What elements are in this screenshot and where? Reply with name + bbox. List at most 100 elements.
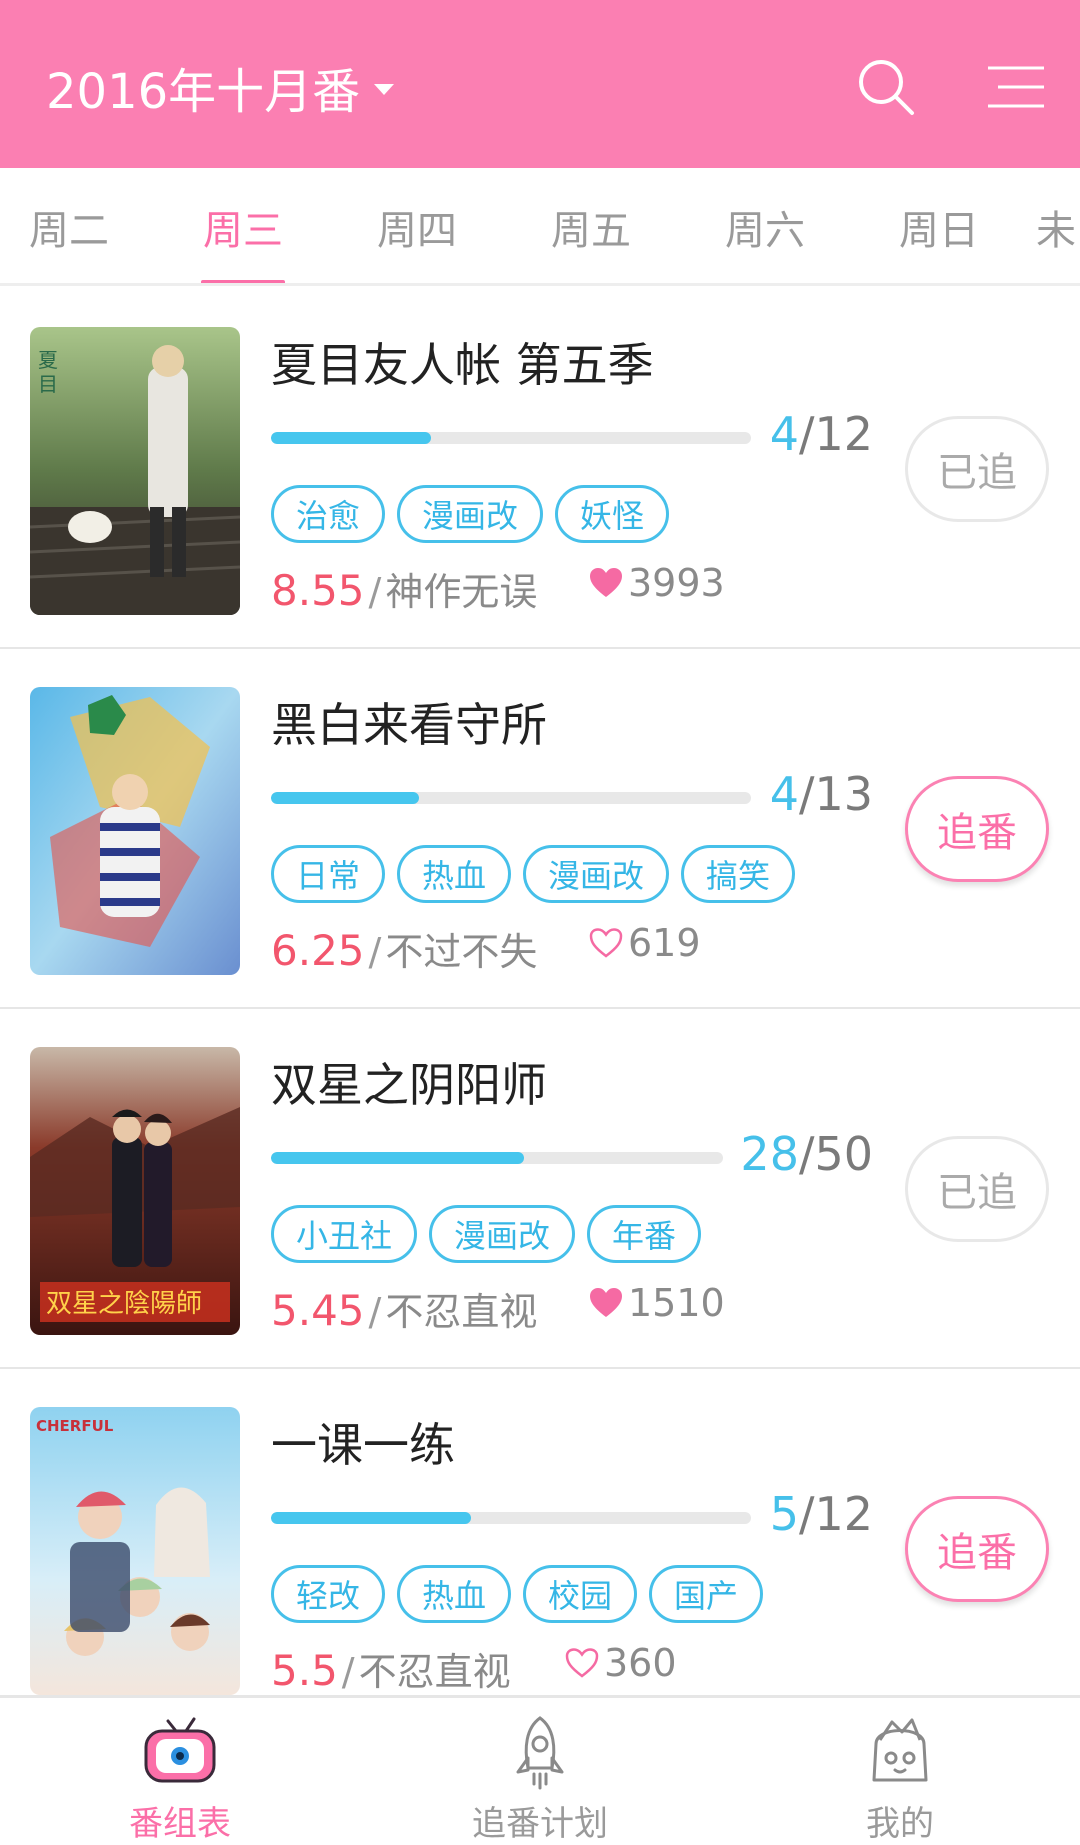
episode-current: 4 (769, 767, 799, 821)
menu-button[interactable] (976, 52, 1056, 122)
tag-chip[interactable]: 搞笑 (681, 845, 796, 903)
followed-button[interactable]: 已追 (905, 416, 1049, 522)
search-button[interactable] (846, 52, 926, 122)
profile-character-icon (872, 1718, 928, 1782)
episode-current: 5 (769, 1487, 799, 1541)
rating-separator: / (368, 1290, 382, 1334)
likes-count: 3993 (588, 561, 725, 605)
svg-text:夏: 夏 (38, 348, 58, 372)
tab-wednesday[interactable]: 周三 (168, 168, 318, 283)
tag-chip[interactable]: 轻改 (271, 1565, 386, 1623)
episode-count: 28/50 (740, 1127, 873, 1181)
bottom-navigation: 番组表 追番计划 我的 (0, 1695, 1080, 1845)
anime-card[interactable]: CHERFUL 一课一练 5/12 轻改 热血 校园 国产 5.5 / 不忍直视… (0, 1369, 1080, 1729)
app-header: 2016年十月番 (0, 0, 1080, 168)
episode-progress-fill (271, 792, 419, 804)
anime-title[interactable]: 夏目友人帐 第五季 (271, 329, 654, 395)
episode-count: 5/12 (770, 1487, 873, 1541)
svg-text:双星之陰陽師: 双星之陰陽師 (46, 1289, 202, 1319)
nav-label: 番组表 (129, 1804, 231, 1844)
anime-cover-cheerful-craft[interactable]: CHERFUL (30, 1407, 240, 1695)
rating-verdict: 不忍直视 (385, 1290, 538, 1334)
tab-friday[interactable]: 周五 (516, 168, 666, 283)
episode-current: 28 (740, 1127, 799, 1181)
menu-icon (988, 66, 1044, 108)
episode-total: /50 (798, 1127, 873, 1181)
anime-cover-nanbaka[interactable] (30, 687, 240, 975)
nav-schedule[interactable]: 番组表 (0, 1698, 360, 1845)
tag-chip[interactable]: 国产 (649, 1565, 764, 1623)
episode-progress-fill (271, 1152, 525, 1164)
episode-total: /12 (798, 1487, 873, 1541)
tag-chip[interactable]: 小丑社 (271, 1205, 418, 1263)
dropdown-caret-icon (374, 83, 395, 95)
episode-total: /13 (798, 767, 873, 821)
follow-button[interactable]: 追番 (905, 776, 1049, 882)
season-selector[interactable]: 2016年十月番 (46, 52, 395, 122)
episode-count: 4/12 (770, 407, 873, 461)
rating-verdict: 不过不失 (385, 930, 538, 974)
heart-filled-icon (590, 568, 622, 597)
anime-title[interactable]: 双星之阴阳师 (271, 1049, 547, 1115)
rating-verdict: 不忍直视 (358, 1650, 511, 1694)
likes-count: 619 (588, 921, 701, 965)
rating-row: 6.25 / 不过不失 (271, 921, 537, 976)
tag-chip[interactable]: 妖怪 (555, 485, 670, 543)
tab-saturday[interactable]: 周六 (690, 168, 840, 283)
followed-button[interactable]: 已追 (905, 1136, 1049, 1242)
anime-cover-natsume[interactable]: 夏 目 (30, 327, 240, 615)
season-title: 2016年十月番 (46, 64, 361, 120)
anime-card[interactable]: 夏 目 夏目友人帐 第五季 4/12 治愈 漫画改 妖怪 8.55 / 神作无误… (0, 289, 1080, 649)
tag-chip[interactable]: 校园 (523, 1565, 638, 1623)
tag-list: 小丑社 漫画改 年番 (271, 1205, 702, 1263)
follow-button[interactable]: 追番 (905, 1496, 1049, 1602)
likes-value: 1510 (628, 1281, 725, 1325)
episode-progress-fill (271, 432, 431, 444)
heart-outline-icon (565, 1648, 599, 1678)
likes-value: 360 (604, 1641, 677, 1685)
tab-tuesday[interactable]: 周二 (0, 168, 144, 283)
anime-title[interactable]: 一课一练 (271, 1409, 455, 1475)
tab-thursday[interactable]: 周四 (342, 168, 492, 283)
rating-row: 8.55 / 神作无误 (271, 561, 537, 616)
heart-outline-icon (589, 928, 623, 958)
tag-chip[interactable]: 漫画改 (429, 1205, 576, 1263)
anime-cover-sousei-no-onmyouji[interactable]: 双星之陰陽師 (30, 1047, 240, 1335)
rating-separator: / (341, 1650, 355, 1694)
weekday-tabs: 周二 周三 周四 周五 周六 周日 未 (0, 168, 1080, 286)
rating-score: 5.5 (271, 1646, 338, 1695)
anime-title[interactable]: 黑白来看守所 (271, 689, 547, 755)
nav-watch-plan[interactable]: 追番计划 (360, 1698, 720, 1845)
tag-list: 日常 热血 漫画改 搞笑 (271, 845, 796, 903)
episode-progress-bar (271, 1152, 723, 1164)
likes-value: 619 (628, 921, 701, 965)
rocket-icon (516, 1716, 564, 1790)
nav-profile[interactable]: 我的 (720, 1698, 1080, 1845)
rating-score: 6.25 (271, 926, 365, 975)
episode-current: 4 (769, 407, 799, 461)
heart-filled-icon (590, 1288, 622, 1317)
likes-count: 1510 (588, 1281, 725, 1325)
tag-chip[interactable]: 热血 (397, 845, 512, 903)
anime-card[interactable]: 双星之陰陽師 双星之阴阳师 28/50 小丑社 漫画改 年番 5.45 / 不忍… (0, 1009, 1080, 1369)
anime-card[interactable]: 黑白来看守所 4/13 日常 热血 漫画改 搞笑 6.25 / 不过不失 619… (0, 649, 1080, 1009)
tag-list: 轻改 热血 校园 国产 (271, 1565, 764, 1623)
rating-verdict: 神作无误 (385, 570, 538, 614)
rating-score: 8.55 (271, 566, 365, 615)
episode-count: 4/13 (770, 767, 873, 821)
tag-chip[interactable]: 漫画改 (523, 845, 670, 903)
episode-progress-fill (271, 1512, 472, 1524)
episode-total: /12 (798, 407, 873, 461)
tab-next-partial[interactable]: 未 (1036, 168, 1080, 283)
rating-row: 5.45 / 不忍直视 (271, 1281, 537, 1336)
nav-label: 我的 (866, 1804, 934, 1844)
tag-chip[interactable]: 热血 (397, 1565, 512, 1623)
tag-list: 治愈 漫画改 妖怪 (271, 485, 670, 543)
tv-icon (144, 1717, 216, 1783)
tag-chip[interactable]: 漫画改 (397, 485, 544, 543)
tag-chip[interactable]: 治愈 (271, 485, 386, 543)
tag-chip[interactable]: 年番 (587, 1205, 702, 1263)
tab-sunday[interactable]: 周日 (864, 168, 1014, 283)
likes-count: 360 (564, 1641, 677, 1685)
tag-chip[interactable]: 日常 (271, 845, 386, 903)
